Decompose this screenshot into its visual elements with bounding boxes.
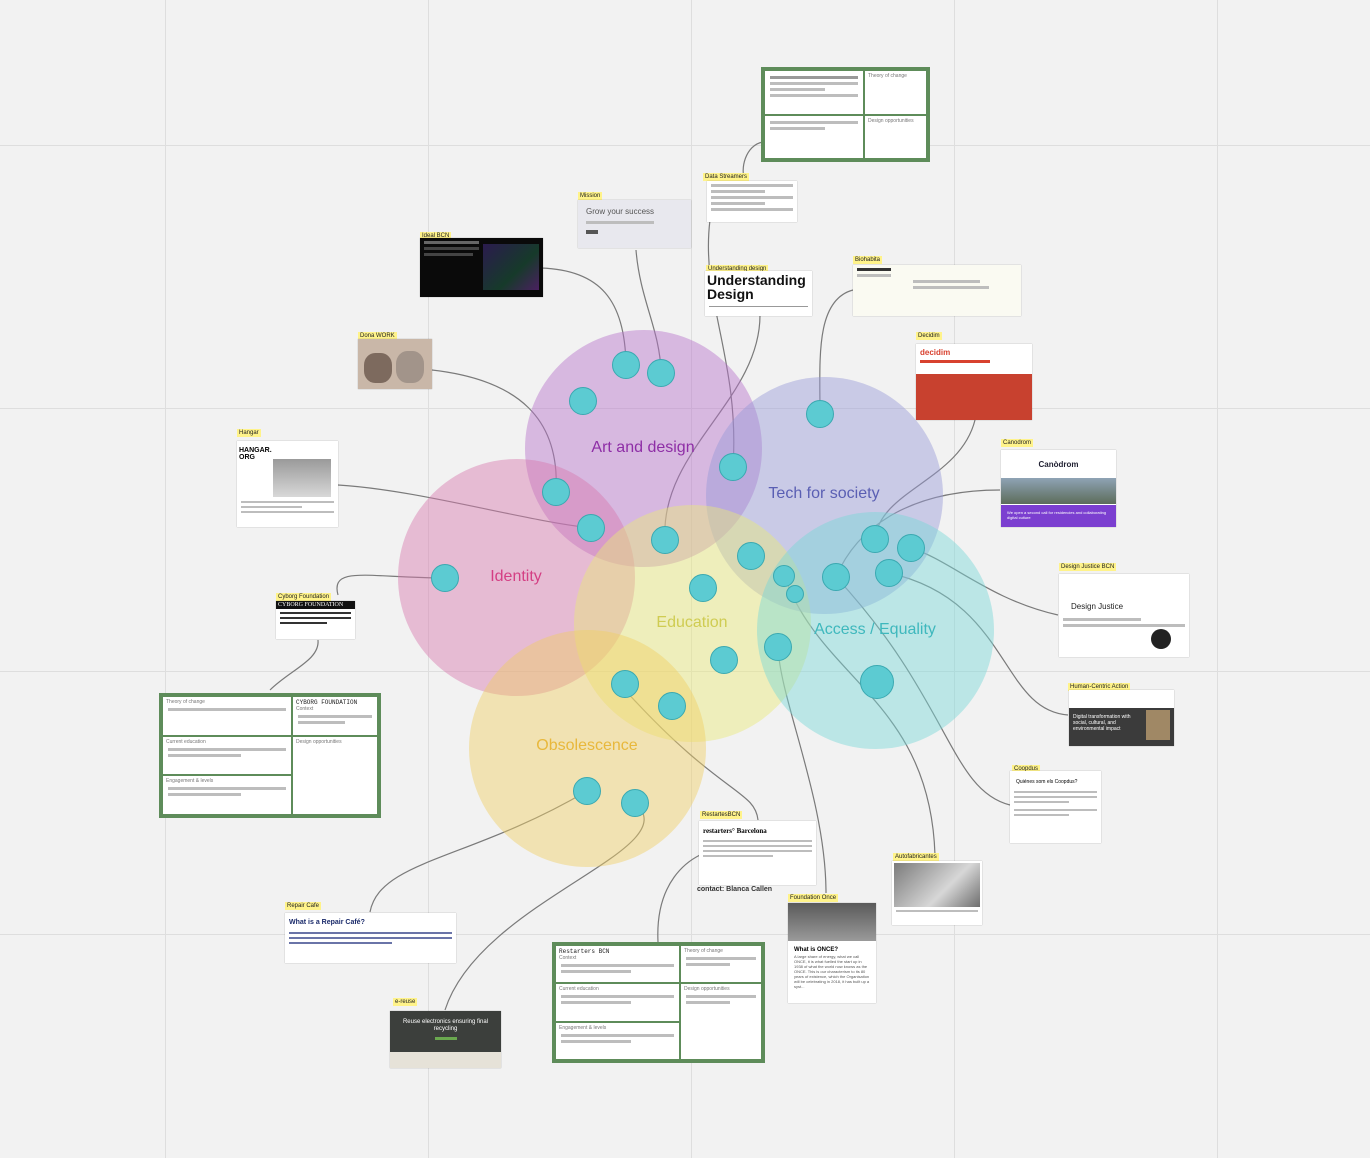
tag-repair-cafe: Repair Cafe [285,902,322,910]
node[interactable] [719,453,747,481]
node[interactable] [861,525,889,553]
canvas-card-cyborg[interactable]: CYBORG FOUNDATION Context Theory of chan… [159,693,381,818]
node[interactable] [822,563,850,591]
canvas-theory-cell: Theory of change [162,696,292,736]
card-foundation-once[interactable]: What is ONCE? A large share of energy, w… [788,903,876,1003]
region-label-access: Access / Equality [814,621,936,638]
node[interactable] [573,777,601,805]
restarters-contact: contact: Blanca Callen [697,886,773,893]
canvas-design-cell: Design opportunities [292,735,378,815]
node[interactable] [875,559,903,587]
card-dones-work[interactable] [358,339,432,389]
node[interactable] [647,359,675,387]
tag-autofabricantes: Autofabricantes [893,853,939,861]
whiteboard-canvas[interactable]: Art and design Tech for society Identity… [0,0,1370,1158]
tag-canodrom: Canodrom [1001,439,1034,447]
card-canodrom[interactable]: Canòdrom We open a second call for resid… [1001,450,1116,527]
decidim-logo: decidim [920,348,951,357]
card-coopdus[interactable]: Quiénes som els Coopdus? [1010,771,1101,843]
canvas-design-cell: Design opportunities [864,114,927,159]
node[interactable] [897,534,925,562]
canvas-current-cell: Current education [162,735,292,776]
repair-title: What is a Repair Café? [289,919,365,926]
node[interactable] [860,665,894,699]
canodrom-title: Canòdrom [1038,460,1079,469]
design-justice-title: Design Justice [1071,602,1124,611]
card-autofabricantes[interactable] [892,861,982,925]
cyborg-title: CYBORG FOUNDATION [276,601,355,609]
node[interactable] [542,478,570,506]
card-restarters[interactable]: restarters° Barcelona [699,821,816,885]
node[interactable] [710,646,738,674]
canvas-engagement-cell: Engagement & levels [162,775,292,815]
region-label-obsolescence: Obsolescence [536,737,638,754]
card-biohabita[interactable] [853,265,1021,316]
tag-mission: Mission [578,192,603,200]
node[interactable] [431,564,459,592]
node[interactable] [773,565,795,587]
hangar-title: HANGAR. ORG [239,447,272,461]
canodrom-footer: We open a second call for residencies an… [1001,505,1116,527]
node[interactable] [737,542,765,570]
canvas-current-cell: Current education [555,983,680,1022]
card-human-centric[interactable]: Digital transformation with social, cult… [1069,690,1174,746]
canvas-card-restarters[interactable]: Restarters BCN Context Theory of change … [552,942,765,1063]
canvas-design-cell: Design opportunities [680,983,762,1060]
coopdus-title: Quiénes som els Coopdus? [1016,779,1078,785]
card-repair-cafe[interactable]: What is a Repair Café? [285,913,456,963]
tag-hangar: Hangar [237,429,261,437]
canvas-context-cell: CYBORG FOUNDATION Context [292,696,378,736]
canvas-theory-cell: Theory of change [680,945,762,984]
node[interactable] [764,633,792,661]
tag-foundation-once: Foundation Once [788,894,839,902]
tag-cyborg: Cyborg Foundation [276,593,332,601]
once-title: What is ONCE? [794,947,839,953]
ereuse-text: Reuse electronics ensuring final recycli… [402,1019,489,1032]
card-decidim[interactable]: decidim [916,344,1032,420]
tag-restarters: RestartesBCN [700,811,743,819]
canvas-theory-cell: Theory of change [864,70,927,115]
connector [657,854,701,943]
tag-decidim: Decidim [916,332,942,340]
restarters-title: restarters° Barcelona [703,827,767,835]
card-data-streamers[interactable] [707,181,797,222]
canvas-engagement-cell: Engagement & levels [555,1021,680,1060]
node[interactable] [786,585,804,603]
region-label-education: Education [656,614,728,631]
tag-data-streamers: Data Streamers [703,173,750,181]
node[interactable] [612,351,640,379]
card-ideal-bcn[interactable] [420,238,543,297]
node[interactable] [611,670,639,698]
card-cyborg[interactable]: CYBORG FOUNDATION [276,601,355,639]
node[interactable] [569,387,597,415]
node[interactable] [621,789,649,817]
card-mission[interactable]: Grow your success [578,200,691,248]
region-label-identity: Identity [490,568,542,585]
connector [269,639,319,691]
canvas-card-top[interactable]: Theory of change Design opportunities [761,67,930,162]
canvas-context-cell: Restarters BCN Context [555,945,680,984]
region-label-art: Art and design [591,439,695,456]
region-label-tech: Tech for society [768,485,880,502]
card-hangar[interactable]: HANGAR. ORG [237,441,338,527]
understanding-title: Understanding Design [707,272,806,302]
card-understanding-design[interactable]: Understanding Design [705,271,812,316]
tag-biohabita: Biohabita [853,256,883,264]
node[interactable] [577,514,605,542]
node[interactable] [806,400,834,428]
node[interactable] [689,574,717,602]
node[interactable] [658,692,686,720]
once-text: A large share of energy, what we call ON… [794,954,870,989]
card-e-reuse[interactable]: Reuse electronics ensuring final recycli… [390,1011,501,1068]
card-design-justice[interactable]: Design Justice [1059,574,1189,657]
tag-design-justice: Design Justice BCN [1059,563,1117,571]
canvas-context-cell [764,70,864,115]
human-centric-text: Digital transformation with social, cult… [1073,714,1131,732]
mission-heading: Grow your success [586,207,655,216]
canvas-engagement-cell [764,114,864,159]
tag-e-reuse: e-reuse [393,998,418,1006]
node[interactable] [651,526,679,554]
